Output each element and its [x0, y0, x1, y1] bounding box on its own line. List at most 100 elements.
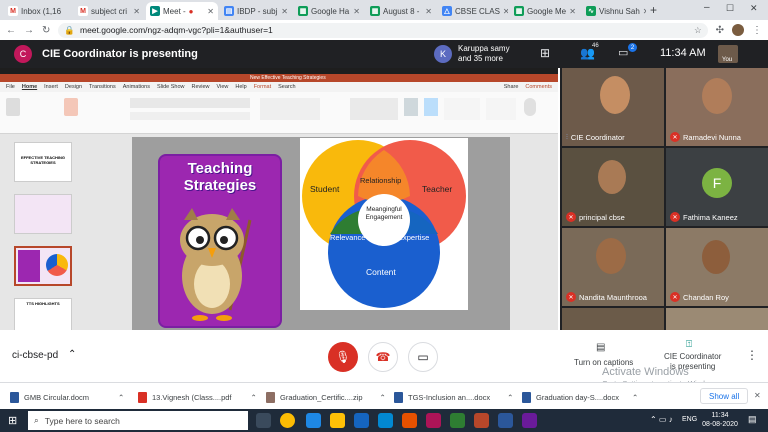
windows-start-icon[interactable]: ⊞	[8, 414, 17, 427]
font-box[interactable]	[130, 98, 250, 108]
chevron-up-icon[interactable]: ⌃	[118, 393, 124, 402]
extensions-icon[interactable]: ✣	[716, 25, 724, 36]
ppt-menu-transitions[interactable]: Transitions	[89, 84, 116, 90]
ppt-menu-design[interactable]: Design	[65, 84, 82, 90]
mic-toggle-button[interactable]: 🎙	[328, 342, 358, 372]
dictate-icon[interactable]	[524, 98, 536, 116]
participant-tile[interactable]	[562, 308, 664, 330]
maximize-icon[interactable]: ☐	[726, 3, 734, 14]
arrange-icon[interactable]	[404, 98, 418, 116]
minimize-icon[interactable]: –	[704, 2, 710, 13]
participant-tile[interactable]	[666, 308, 768, 330]
editing-group[interactable]	[486, 98, 516, 120]
download-item[interactable]: GMB Circular.docm ⌃	[10, 389, 124, 405]
new-slide-icon[interactable]	[64, 98, 78, 116]
participant-tile[interactable]: F ✕ Fathima Kaneez	[666, 148, 768, 226]
slide-thumbnail-3[interactable]	[14, 246, 72, 286]
tab-cbse[interactable]: △ CBSE CLAS ✕	[438, 2, 508, 20]
tab-subject[interactable]: Msubject cri ✕	[74, 2, 144, 20]
file-explorer-icon[interactable]	[330, 413, 345, 428]
forward-icon[interactable]: →	[24, 25, 34, 36]
slide-thumbnail-1[interactable]: EFFECTIVE TEACHING STRATEGIES	[14, 142, 72, 182]
tab-meet[interactable]: ▶ Meet - ● ✕	[146, 2, 218, 20]
app-icon[interactable]	[450, 413, 465, 428]
camera-toggle-button[interactable]: ▭	[408, 342, 438, 372]
ie-icon[interactable]	[378, 413, 393, 428]
chevron-up-icon[interactable]: ⌃	[251, 393, 257, 402]
chevron-up-icon[interactable]: ⌃	[68, 349, 76, 360]
ppt-menu-home[interactable]: Home	[22, 84, 37, 90]
chevron-up-icon[interactable]: ⌃	[632, 393, 638, 402]
edge-icon[interactable]	[306, 413, 321, 428]
close-icon[interactable]: ✕	[133, 7, 140, 16]
close-icon[interactable]: ✕	[503, 7, 508, 16]
chrome-icon[interactable]	[280, 413, 295, 428]
participant-tile[interactable]: ✕ principal cbse	[562, 148, 664, 226]
close-window-icon[interactable]: ✕	[750, 3, 758, 14]
download-item[interactable]: Graduation_Certific....zip ⌃	[266, 389, 386, 405]
chevron-up-icon[interactable]: ⌃	[380, 393, 386, 402]
taskbar-clock[interactable]: 11:34 08-08-2020	[700, 411, 740, 429]
ppt-menu-animations[interactable]: Animations	[123, 84, 150, 90]
system-tray-icons[interactable]: ⌃ ▭ ♪	[650, 415, 673, 424]
tab-google-me[interactable]: ▦ Google Me ✕	[510, 2, 580, 20]
reload-icon[interactable]: ↻	[42, 25, 50, 36]
participant-tile[interactable]: ✕ Ramadevi Nunna	[666, 68, 768, 146]
task-view-icon[interactable]	[256, 413, 271, 428]
chat-icon[interactable]: ▭	[618, 46, 628, 59]
slide-thumbnail-2[interactable]	[14, 194, 72, 234]
omnibox[interactable]: 🔒 meet.google.com/ngz-adqm-vgc?pli=1&aut…	[58, 22, 708, 38]
font-format-row[interactable]	[130, 112, 250, 120]
app-icon[interactable]	[522, 413, 537, 428]
download-item[interactable]: Graduation day-S....docx ⌃	[522, 389, 638, 405]
tab-google-ha[interactable]: ▦ Google Ha ✕	[294, 2, 364, 20]
participant-tile[interactable]: ⫶ CIE Coordinator	[562, 68, 664, 146]
taskbar-search-box[interactable]: ⌕ Type here to search	[28, 411, 248, 430]
ppt-search[interactable]: Search	[278, 84, 295, 90]
close-icon[interactable]: ✕	[754, 391, 761, 400]
tab-august[interactable]: ▦ August 8 - ✕	[366, 2, 436, 20]
url-text[interactable]: meet.google.com/ngz-adqm-vgc?pli=1&authu…	[80, 25, 273, 35]
back-icon[interactable]: ←	[6, 25, 16, 36]
paste-icon[interactable]	[6, 98, 20, 116]
ppt-menu-view[interactable]: View	[217, 84, 229, 90]
ppt-menu-review[interactable]: Review	[192, 84, 210, 90]
ppt-share-button[interactable]: Share	[504, 84, 519, 90]
more-options-icon[interactable]: ⋮	[746, 348, 758, 362]
tab-inbox[interactable]: M Inbox (1,16	[4, 2, 72, 20]
participant-tile[interactable]: ✕ Nandita Maunthrooa	[562, 228, 664, 306]
ppt-menu-format[interactable]: Format	[254, 84, 271, 90]
chevron-up-icon[interactable]: ⌃	[507, 393, 513, 402]
close-icon[interactable]: ✕	[569, 7, 576, 16]
download-item[interactable]: 13.Vignesh (Class....pdf ⌃	[138, 389, 257, 405]
participant-tile[interactable]: ✕ Chandan Roy	[666, 228, 768, 306]
hangup-button[interactable]: ☎	[368, 342, 398, 372]
ppt-menu-slideshow[interactable]: Slide Show	[157, 84, 185, 90]
store-icon[interactable]	[354, 413, 369, 428]
powerpoint-icon[interactable]	[474, 413, 489, 428]
tab-vishnu[interactable]: ∿Vishnu Sah✕	[582, 2, 646, 20]
show-all-button[interactable]: Show all	[700, 388, 749, 404]
tab-ibdp[interactable]: ▤ IBDP - subj ✕	[220, 2, 292, 20]
app-icon[interactable]	[402, 413, 417, 428]
ppt-comments-button[interactable]: Comments	[525, 84, 552, 90]
present-icon[interactable]: ⍐	[686, 339, 692, 350]
close-icon[interactable]: ✕	[207, 7, 214, 16]
shape-format-group[interactable]	[444, 98, 480, 120]
paragraph-group[interactable]	[260, 98, 320, 120]
meeting-code[interactable]: ci-cbse-pd	[12, 350, 58, 361]
word-icon[interactable]	[498, 413, 513, 428]
notification-icon[interactable]: ▤	[748, 414, 757, 425]
layout-icon[interactable]: ⊞	[540, 46, 550, 60]
ppt-menu-file[interactable]: File	[6, 84, 15, 90]
language-indicator[interactable]: ENG	[682, 416, 697, 423]
ppt-menu-insert[interactable]: Insert	[44, 84, 58, 90]
close-icon[interactable]: ✕	[353, 7, 360, 16]
close-icon[interactable]: ✕	[643, 7, 646, 16]
download-item[interactable]: TGS-Inclusion an....docx ⌃	[394, 389, 513, 405]
close-icon[interactable]: ✕	[425, 7, 432, 16]
ppt-menu-help[interactable]: Help	[235, 84, 246, 90]
close-icon[interactable]: ✕	[281, 7, 288, 16]
captions-icon[interactable]: ▤	[596, 342, 605, 353]
menu-icon[interactable]: ⋮	[752, 25, 762, 36]
